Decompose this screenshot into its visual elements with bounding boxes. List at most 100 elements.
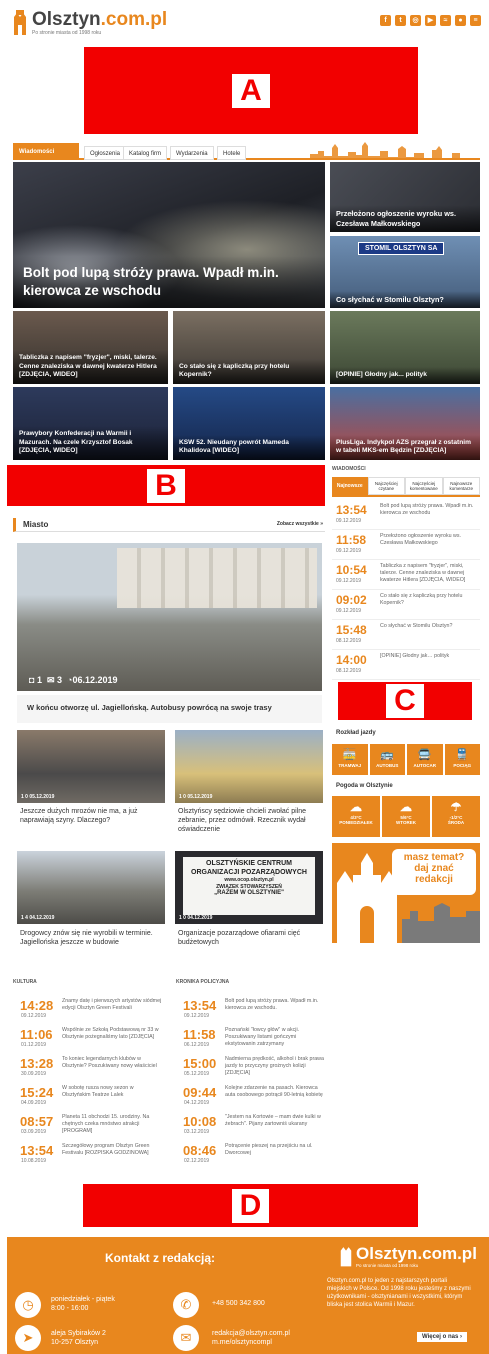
list-item[interactable]: 13:54 10.08.2019 Szczegółowy program Olszt… bbox=[20, 1141, 170, 1170]
hero-side-article-1[interactable]: Przełożono ogłoszenie wyroku ws. Czesław… bbox=[330, 162, 480, 232]
list-item[interactable]: 13:54 09.12.2019 Bolt pod lupą stróży praw… bbox=[183, 996, 328, 1025]
ad-banner-d[interactable]: D bbox=[83, 1184, 418, 1227]
rss-icon[interactable]: ≈ bbox=[440, 15, 451, 26]
news-title[interactable]: Planeta 11 obchodzi 15. urodziny. Na chę… bbox=[62, 1114, 162, 1135]
news-title[interactable]: Co stało się z kapliczką przy hotelu Kop… bbox=[380, 593, 478, 607]
ad-banner-a[interactable]: A bbox=[84, 47, 418, 134]
news-title[interactable]: Bolt pod lupą stróży prawa. Wpadł m.in. … bbox=[225, 998, 325, 1012]
city-card-photo-2[interactable]: 1 0 05.12.2019 bbox=[175, 730, 323, 803]
list-item[interactable]: 14:28 09.12.2019 Znamy datę i pierwszych a… bbox=[20, 996, 170, 1025]
tab-wydarzenia[interactable]: Wydarzenia bbox=[170, 146, 214, 160]
news-title[interactable]: Szczegółowy program Olsztyn Green Festiv… bbox=[62, 1143, 162, 1157]
hero-main-title[interactable]: Bolt pod lupą stróży prawa. Wpadł m.in. … bbox=[13, 255, 325, 308]
news-tile-1[interactable]: Tabliczka z napisem "fryzjer", miski, ta… bbox=[13, 311, 168, 384]
hero-side-title-1[interactable]: Przełożono ogłoszenie wyroku ws. Czesław… bbox=[330, 205, 480, 232]
tab-najczesciej-komentowane[interactable]: Najczęściej komentowane bbox=[405, 477, 443, 495]
news-tile-title[interactable]: [OPINIE] Głodny jak... polityk bbox=[330, 367, 480, 384]
list-item[interactable]: 11:58 06.12.2019 Poznański "łowcy głów" w … bbox=[183, 1025, 328, 1054]
latest-news-item[interactable]: 11:58 09.12.2019 Przełożono ogłoszenie wyr… bbox=[332, 530, 480, 560]
tab-ogloszenia[interactable]: Ogłoszenia bbox=[84, 146, 127, 160]
list-item[interactable]: 08:46 02.12.2019 Potrącenie pieszej na prz… bbox=[183, 1141, 328, 1170]
tab-najczesciej-czytane[interactable]: Najczęściej czytane bbox=[367, 477, 405, 495]
news-tile-2[interactable]: Co stało się z kapliczką przy hotelu Kop… bbox=[173, 311, 325, 384]
latest-news-item[interactable]: 14:00 08.12.2019 [OPINIE] Głodny jak… poli… bbox=[332, 650, 480, 680]
weather-day[interactable]: ☁ 4/3°C PONIEDZIAŁEK bbox=[332, 796, 380, 837]
city-card-title-4[interactable]: Organizacje pozarządowe ofiarami cięć bu… bbox=[178, 929, 320, 947]
news-title[interactable]: Co słychać w Stomilu Olsztyn? bbox=[380, 623, 478, 630]
latest-news-item[interactable]: 15:48 08.12.2019 Co słychać w Stomilu Olsz… bbox=[332, 620, 480, 650]
transport-pociąg[interactable]: 🚆 POCIĄG bbox=[444, 744, 480, 775]
city-card-photo-3[interactable]: 1 4 04.12.2019 bbox=[17, 851, 165, 924]
news-title[interactable]: Kolejne zdarzenie na pasach. Kierowca au… bbox=[225, 1085, 325, 1099]
twitter-icon[interactable]: t bbox=[395, 15, 406, 26]
tab-najnowsze[interactable]: Najnowsze bbox=[332, 477, 368, 495]
list-item[interactable]: 09:44 04.12.2019 Kolejne zdarzenie na pasa… bbox=[183, 1083, 328, 1112]
site-logo[interactable]: Olsztyn.com.pl bbox=[32, 9, 167, 31]
facebook-icon[interactable]: f bbox=[380, 15, 391, 26]
city-card-title-3[interactable]: Drogowcy znów się nie wyrobili w termini… bbox=[20, 929, 162, 947]
tab-wiadomosci[interactable]: Wiadomości bbox=[13, 143, 79, 160]
weather-day[interactable]: ☂ -1/2°C ŚRODA bbox=[432, 796, 480, 837]
news-tile-4[interactable]: Prawybory Konfederacji na Warmii i Mazur… bbox=[13, 387, 168, 460]
city-card-title-2[interactable]: Olsztyńscy sędziowie chcieli zwołać piln… bbox=[178, 807, 320, 834]
footer-phone[interactable]: +48 500 342 800 bbox=[212, 1300, 265, 1307]
city-card-title-1[interactable]: Jeszcze dużych mrozów nie ma, a już napr… bbox=[20, 807, 162, 825]
footer-email[interactable]: redakcja@olsztyn.com.pl m.me/olsztyncompl bbox=[212, 1329, 290, 1347]
footer-logo[interactable]: Olsztyn.com.pl bbox=[356, 1244, 477, 1264]
contact-promo-banner[interactable]: masz temat? daj znać redakcji bbox=[332, 843, 480, 943]
city-card-photo-1[interactable]: 1 0 05.12.2019 bbox=[17, 730, 165, 803]
news-title[interactable]: Znamy datę i pierwszych artystów siódmej… bbox=[62, 998, 162, 1012]
list-item[interactable]: 15:24 04.09.2019 W sobotę rusza nowy sezon… bbox=[20, 1083, 170, 1112]
latest-news-item[interactable]: 13:54 09.12.2019 Bolt pod lupą stróży praw… bbox=[332, 500, 480, 530]
news-tile-5[interactable]: KSW 52. Nieudany powrót Mameda Khalidova… bbox=[173, 387, 325, 460]
list-item[interactable]: 10:08 03.12.2019 "Jestem na Kortowie – mam… bbox=[183, 1112, 328, 1141]
transport-tramwaj[interactable]: 🚋 TRAMWAJ bbox=[332, 744, 368, 775]
latest-news-item[interactable]: 09:02 09.12.2019 Co stało się z kapliczką … bbox=[332, 590, 480, 620]
latest-news-item[interactable]: 10:54 09.12.2019 Tabliczka z napisem "fryz… bbox=[332, 560, 480, 590]
news-tile-6[interactable]: PlusLiga. Indykpol AZS przegrał z ostatn… bbox=[330, 387, 480, 460]
user-icon[interactable]: ● bbox=[455, 15, 466, 26]
hero-side-title-2[interactable]: Co słychać w Stomilu Olsztyn? bbox=[330, 290, 480, 308]
hero-main-article[interactable]: Bolt pod lupą stróży prawa. Wpadł m.in. … bbox=[13, 162, 325, 308]
more-about-button[interactable]: Więcej o nas › bbox=[417, 1332, 467, 1342]
news-tile-3[interactable]: [OPINIE] Głodny jak... polityk bbox=[330, 311, 480, 384]
hero-side-article-2[interactable]: STOMIL OLSZTYN SA Co słychać w Stomilu O… bbox=[330, 236, 480, 308]
city-card-photo-4[interactable]: OLSZTYŃSKIE CENTRUM ORGANIZACJI POZARZĄDO… bbox=[175, 851, 323, 924]
news-tile-title[interactable]: PlusLiga. Indykpol AZS przegrał z ostatn… bbox=[330, 434, 480, 460]
menu-icon[interactable]: ≡ bbox=[470, 15, 481, 26]
tab-katalog-firm[interactable]: Katalog firm bbox=[123, 146, 168, 160]
news-tile-title[interactable]: KSW 52. Nieudany powrót Mameda Khalidova… bbox=[173, 434, 325, 460]
list-item[interactable]: 13:28 30.09.2019 To koniec legendarnych kl… bbox=[20, 1054, 170, 1083]
list-item[interactable]: 08:57 03.09.2019 Planeta 11 obchodzi 15. u… bbox=[20, 1112, 170, 1141]
news-title[interactable]: To koniec legendarnych klubów w Olsztyni… bbox=[62, 1056, 162, 1070]
news-title[interactable]: Nadmierna prędkość, alkohol i brak prawa… bbox=[225, 1056, 325, 1077]
news-title[interactable]: Wspólnie ze Szkołą Podstawową nr 33 w Ol… bbox=[62, 1027, 162, 1041]
news-title[interactable]: Tabliczka z napisem "fryzjer", miski, ta… bbox=[380, 563, 478, 584]
news-title[interactable]: Potrącenie pieszej na przejściu na ul. D… bbox=[225, 1143, 325, 1157]
transport-autobus[interactable]: 🚌 AUTOBUS bbox=[369, 744, 405, 775]
news-title[interactable]: [OPINIE] Głodny jak… polityk bbox=[380, 653, 478, 660]
tab-najnowsze-komentarze[interactable]: Najnowsze komentarze bbox=[442, 477, 480, 495]
ad-banner-b[interactable]: B bbox=[7, 465, 325, 506]
ad-banner-c[interactable]: C bbox=[338, 682, 472, 720]
news-time: 11:06 bbox=[20, 1027, 53, 1042]
youtube-icon[interactable]: ▶ bbox=[425, 15, 436, 26]
transport-autocar[interactable]: 🚍 AUTOCAR bbox=[407, 744, 443, 775]
news-tile-title[interactable]: Tabliczka z napisem "fryzjer", miski, ta… bbox=[13, 350, 168, 384]
news-title[interactable]: Przełożono ogłoszenie wyroku ws. Czesław… bbox=[380, 533, 478, 547]
weather-day[interactable]: ☁ 5/6°C WTOREK bbox=[382, 796, 430, 837]
city-main-photo[interactable]: ◘ 1 ✉ 3 ◔06.12.2019 bbox=[17, 543, 322, 691]
see-all-link[interactable]: Zobacz wszystkie » bbox=[277, 521, 323, 527]
tab-hotele[interactable]: Hotele bbox=[217, 146, 247, 160]
site-tagline: Po stronie miasta od 1998 roku bbox=[32, 30, 102, 36]
news-title[interactable]: Bolt pod lupą stróży prawa. Wpadł m.in. … bbox=[380, 503, 478, 517]
news-title[interactable]: "Jestem na Kortowie – mam dwie kulki w ż… bbox=[225, 1114, 325, 1128]
instagram-icon[interactable]: ◎ bbox=[410, 15, 421, 26]
city-main-title[interactable]: W końcu otworzę ul. Jagiellońską. Autobu… bbox=[17, 695, 322, 723]
list-item[interactable]: 11:06 01.12.2019 Wspólnie ze Szkołą Podsta… bbox=[20, 1025, 170, 1054]
news-tile-title[interactable]: Prawybory Konfederacji na Warmii i Mazur… bbox=[13, 426, 168, 460]
news-title[interactable]: Poznański "łowcy głów" w akcji. Poszukiw… bbox=[225, 1027, 325, 1048]
news-tile-title[interactable]: Co stało się z kapliczką przy hotelu Kop… bbox=[173, 358, 325, 384]
list-item[interactable]: 15:00 05.12.2019 Nadmierna prędkość, alkoh… bbox=[183, 1054, 328, 1083]
news-title[interactable]: W sobotę rusza nowy sezon w Olsztyńskim … bbox=[62, 1085, 162, 1099]
